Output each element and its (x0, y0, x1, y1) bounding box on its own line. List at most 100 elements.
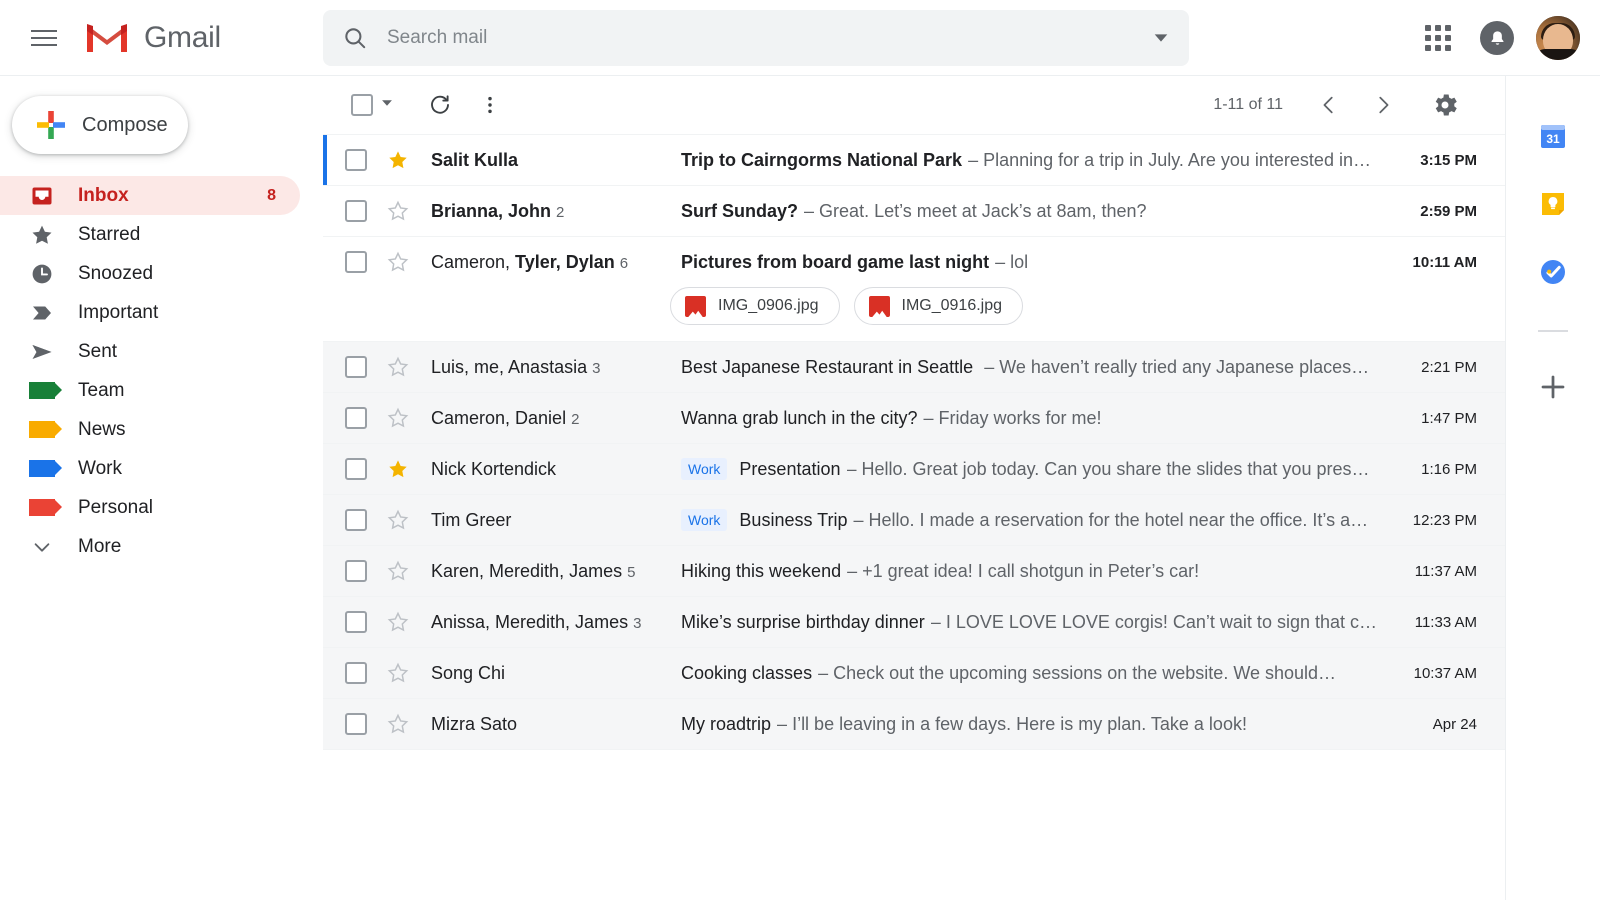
timestamp: 11:37 AM (1387, 563, 1505, 580)
left-sidebar: Compose Inbox 8 Starred (0, 76, 323, 900)
sidebar-item-label: Snoozed (78, 263, 153, 285)
select-all-chevron-down-icon[interactable] (380, 96, 394, 115)
star-icon[interactable] (387, 713, 409, 735)
table-row[interactable]: Salit Kulla Trip to Cairngorms National … (323, 135, 1505, 186)
table-row[interactable]: Brianna, John2 Surf Sunday? – Great. Let… (323, 186, 1505, 237)
sidebar-item-news[interactable]: News (0, 410, 323, 449)
sidebar-item-starred[interactable]: Starred (0, 215, 323, 254)
select-all-checkbox[interactable] (351, 94, 373, 116)
timestamp: 11:33 AM (1387, 614, 1505, 631)
row-checkbox[interactable] (345, 713, 367, 735)
sidebar-item-work[interactable]: Work (0, 449, 323, 488)
google-calendar-icon[interactable]: 31 (1539, 122, 1567, 150)
chevron-right-icon[interactable] (1361, 83, 1405, 127)
star-icon[interactable] (387, 356, 409, 378)
timestamp: 1:16 PM (1387, 461, 1505, 478)
star-icon[interactable] (387, 251, 409, 273)
refresh-icon[interactable] (418, 83, 462, 127)
compose-button[interactable]: Compose (12, 96, 188, 154)
search-bar[interactable] (323, 10, 1189, 66)
clock-icon (28, 262, 56, 286)
sidebar-item-team[interactable]: Team (0, 371, 323, 410)
star-icon[interactable] (387, 200, 409, 222)
brand: Gmail (84, 21, 221, 55)
subject-cell: Work Presentation – Hello. Great job tod… (681, 458, 1387, 480)
bell-icon[interactable] (1480, 21, 1514, 55)
subject: Mike’s surprise birthday dinner (681, 612, 925, 633)
star-icon[interactable] (387, 560, 409, 582)
image-file-icon (685, 296, 706, 317)
row-checkbox[interactable] (345, 662, 367, 684)
plus-icon[interactable] (1538, 372, 1568, 407)
row-checkbox[interactable] (345, 356, 367, 378)
inbox-unread-count: 8 (267, 187, 276, 205)
search-icon[interactable] (323, 25, 387, 51)
sidebar-item-sent[interactable]: Sent (0, 332, 323, 371)
status-badge: Work (681, 509, 727, 531)
subject: My roadtrip (681, 714, 771, 735)
star-icon[interactable] (387, 662, 409, 684)
star-icon[interactable] (387, 149, 409, 171)
row-checkbox[interactable] (345, 611, 367, 633)
hamburger-icon[interactable] (20, 14, 68, 62)
subject: Cooking classes (681, 663, 812, 684)
row-checkbox[interactable] (345, 509, 367, 531)
sidebar-item-label: More (78, 536, 121, 558)
label-icon (28, 499, 56, 516)
sender-names: Nick Kortendick (431, 459, 681, 480)
row-checkbox[interactable] (345, 251, 367, 273)
gmail-logo-icon (84, 21, 130, 55)
star-icon[interactable] (387, 509, 409, 531)
search-input[interactable] (387, 10, 1133, 66)
chevron-left-icon[interactable] (1307, 83, 1351, 127)
sidebar-item-more[interactable]: More (0, 527, 323, 566)
timestamp: Apr 24 (1387, 716, 1505, 733)
table-row[interactable]: Cameron, Tyler, Dylan6 Pictures from boa… (323, 237, 1505, 342)
subject-cell: Wanna grab lunch in the city? – Friday w… (681, 408, 1387, 429)
sidebar-item-inbox[interactable]: Inbox 8 (0, 176, 300, 215)
sender-names: Brianna, John2 (431, 201, 681, 222)
google-keep-icon[interactable] (1539, 190, 1567, 218)
star-icon[interactable] (387, 611, 409, 633)
gear-icon[interactable] (1423, 83, 1467, 127)
subject: Wanna grab lunch in the city? (681, 408, 917, 429)
timestamp: 3:15 PM (1387, 152, 1505, 169)
subject-cell: Best Japanese Restaurant in Seattle – We… (681, 357, 1387, 378)
attachment-chip[interactable]: IMG_0906.jpg (670, 287, 840, 325)
google-tasks-icon[interactable] (1539, 258, 1567, 286)
sidebar-item-snoozed[interactable]: Snoozed (0, 254, 323, 293)
svg-text:31: 31 (1546, 132, 1560, 146)
page-range-label: 1-11 of 11 (1213, 96, 1283, 114)
row-checkbox[interactable] (345, 407, 367, 429)
row-checkbox[interactable] (345, 149, 367, 171)
search-options-chevron-down-icon[interactable] (1133, 10, 1189, 66)
table-row[interactable]: Anissa, Meredith, James3 Mike’s surprise… (323, 597, 1505, 648)
table-row[interactable]: Luis, me, Anastasia3 Best Japanese Resta… (323, 342, 1505, 393)
avatar[interactable] (1536, 16, 1580, 60)
sender-names: Anissa, Meredith, James3 (431, 612, 681, 633)
sidebar-item-important[interactable]: Important (0, 293, 323, 332)
timestamp: 10:37 AM (1387, 665, 1505, 682)
sidebar-item-personal[interactable]: Personal (0, 488, 323, 527)
table-row[interactable]: Song Chi Cooking classes – Check out the… (323, 648, 1505, 699)
more-vertical-icon[interactable] (468, 83, 512, 127)
star-icon[interactable] (387, 458, 409, 480)
table-row[interactable]: Karen, Meredith, James5 Hiking this week… (323, 546, 1505, 597)
sender-names: Cameron, Tyler, Dylan6 (431, 252, 681, 273)
star-icon[interactable] (387, 407, 409, 429)
sender-names: Karen, Meredith, James5 (431, 561, 681, 582)
row-checkbox[interactable] (345, 200, 367, 222)
table-row[interactable]: Nick Kortendick Work Presentation – Hell… (323, 444, 1505, 495)
apps-grid-icon[interactable] (1418, 18, 1458, 58)
row-checkbox[interactable] (345, 458, 367, 480)
sender-names: Song Chi (431, 663, 681, 684)
table-row[interactable]: Tim Greer Work Business Trip – Hello. I … (323, 495, 1505, 546)
table-row[interactable]: Cameron, Daniel2 Wanna grab lunch in the… (323, 393, 1505, 444)
table-row[interactable]: Mizra Sato My roadtrip – I’ll be leaving… (323, 699, 1505, 750)
sidebar-item-label: Team (78, 380, 124, 402)
subject: Trip to Cairngorms National Park (681, 150, 962, 171)
sidebar-item-label: Inbox (78, 185, 129, 207)
attachment-chip[interactable]: IMG_0916.jpg (854, 287, 1024, 325)
header-actions (1418, 0, 1580, 76)
row-checkbox[interactable] (345, 560, 367, 582)
